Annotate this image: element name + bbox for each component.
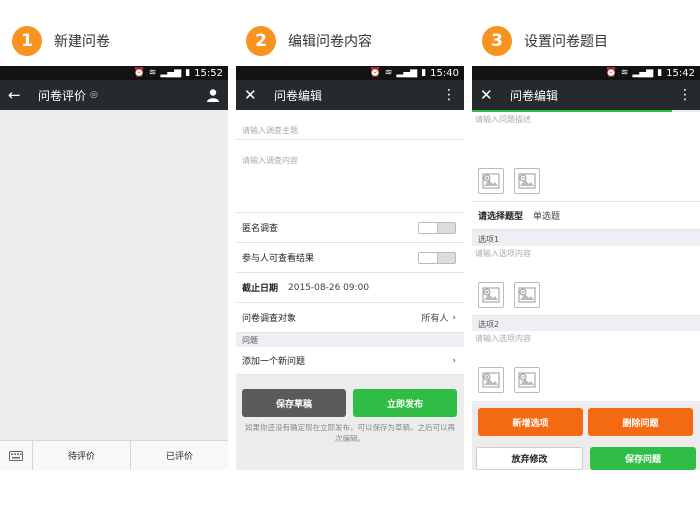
signal-icon: ▂▄▆ xyxy=(396,68,418,78)
type-label: 请选择题型 xyxy=(478,212,524,222)
tab-done[interactable]: 已评价 xyxy=(130,441,228,470)
step-1-header: 1 新建问卷 xyxy=(12,26,110,56)
draft-hint-text: 如果你还没有确定现在立即发布，可以保存为草稿，之后可以再次编辑。 xyxy=(245,423,455,443)
anonymous-row: 匿名调查 xyxy=(236,213,464,243)
alarm-icon: ⏰ xyxy=(369,68,381,78)
view-results-label: 参与人可查看结果 xyxy=(242,254,315,264)
remove-image-icon[interactable] xyxy=(514,282,540,308)
save-draft-button[interactable]: 保存草稿 xyxy=(242,389,346,417)
battery-icon: ▮ xyxy=(421,68,427,78)
more-icon[interactable]: ⋮ xyxy=(678,80,692,110)
deadline-label: 截止日期 xyxy=(242,284,279,294)
keyboard-icon[interactable] xyxy=(0,441,32,470)
publish-button[interactable]: 立即发布 xyxy=(353,389,457,417)
anonymous-toggle[interactable] xyxy=(418,221,456,234)
close-icon[interactable]: ✕ xyxy=(480,86,498,104)
chevron-right-icon: › xyxy=(452,312,456,323)
option-1-area[interactable]: 请输入选项内容 xyxy=(472,246,700,316)
add-question-row[interactable]: 添加一个新问题 › xyxy=(236,347,464,375)
save-question-button[interactable]: 保存问题 xyxy=(590,447,696,470)
title-bar: ✕ 问卷编辑 ⋮ xyxy=(236,80,464,110)
bottom-tab-bar: 待评价 已评价 xyxy=(0,440,228,470)
content-input[interactable]: 请输入调查内容 xyxy=(236,140,464,213)
question-section-label: 问题 xyxy=(236,333,464,347)
status-bar: ⏰ ≋ ▂▄▆ ▮ 15:42 xyxy=(472,66,700,80)
more-icon[interactable]: ⋮ xyxy=(442,80,456,110)
status-time: 15:52 xyxy=(194,67,223,79)
status-bar: ⏰ ≋ ▂▄▆ ▮ 15:52 xyxy=(0,66,228,80)
step-3-header: 3 设置问卷题目 xyxy=(482,26,608,56)
tab-pending[interactable]: 待评价 xyxy=(32,441,130,470)
type-value: 单选题 xyxy=(533,212,561,222)
page-title: 问卷编辑 xyxy=(510,88,559,103)
ear-icon: ◎ xyxy=(90,90,98,100)
option-1-placeholder: 请输入选项内容 xyxy=(475,249,531,258)
close-icon[interactable]: ✕ xyxy=(244,86,262,104)
option-1-label: 选项1 xyxy=(472,232,700,246)
signal-icon: ▂▄▆ xyxy=(160,68,182,78)
add-option-button[interactable]: 新增选项 xyxy=(478,408,583,436)
step-1-title: 新建问卷 xyxy=(54,34,110,50)
wifi-icon: ≋ xyxy=(148,68,157,78)
battery-icon: ▮ xyxy=(657,68,663,78)
target-label: 问卷调查对象 xyxy=(242,314,297,324)
add-image-icon[interactable] xyxy=(478,168,504,194)
deadline-value: 2015-08-26 09:00 xyxy=(288,282,370,293)
anonymous-label: 匿名调查 xyxy=(242,224,279,234)
title-bar: ← 问卷评价 ◎ xyxy=(0,80,228,110)
screen-1: ⏰ ≋ ▂▄▆ ▮ 15:52 ← 问卷评价 ◎ 待评价 已评价 xyxy=(0,66,228,470)
title-bar: ✕ 问卷编辑 ⋮ xyxy=(472,80,700,110)
alarm-icon: ⏰ xyxy=(133,68,145,78)
deadline-row[interactable]: 截止日期 2015-08-26 09:00 xyxy=(236,273,464,303)
page-title: 问卷编辑 xyxy=(274,88,323,103)
step-3-title: 设置问卷题目 xyxy=(524,34,608,50)
status-time: 15:42 xyxy=(666,67,695,79)
target-value: 所有人 xyxy=(421,314,449,324)
user-icon[interactable] xyxy=(206,80,220,110)
step-2-number: 2 xyxy=(246,26,276,56)
step-2-header: 2 编辑问卷内容 xyxy=(246,26,372,56)
target-row[interactable]: 问卷调查对象 所有人 › xyxy=(236,303,464,333)
question-type-row[interactable]: 请选择题型 单选题 xyxy=(472,202,700,230)
desc-placeholder: 请输入问题描述 xyxy=(475,115,531,124)
option-2-placeholder: 请输入选项内容 xyxy=(475,334,531,343)
alarm-icon: ⏰ xyxy=(605,68,617,78)
screen-3: ⏰ ≋ ▂▄▆ ▮ 15:42 ✕ 问卷编辑 ⋮ 请输入问题描述 请选择题型 单… xyxy=(472,66,700,470)
step-2-title: 编辑问卷内容 xyxy=(288,34,372,50)
signal-icon: ▂▄▆ xyxy=(632,68,654,78)
subject-input[interactable]: 请输入调查主题 xyxy=(236,110,464,140)
add-question-label: 添加一个新问题 xyxy=(242,357,306,367)
remove-image-icon[interactable] xyxy=(514,168,540,194)
wifi-icon: ≋ xyxy=(620,68,629,78)
step-1-number: 1 xyxy=(12,26,42,56)
remove-image-icon[interactable] xyxy=(514,367,540,393)
content-placeholder: 请输入调查内容 xyxy=(242,156,298,165)
subject-placeholder: 请输入调查主题 xyxy=(242,126,298,135)
battery-icon: ▮ xyxy=(185,68,191,78)
back-arrow-icon[interactable]: ← xyxy=(8,86,26,104)
discard-button[interactable]: 放弃修改 xyxy=(476,447,583,470)
status-time: 15:40 xyxy=(430,67,459,79)
add-image-icon[interactable] xyxy=(478,367,504,393)
screen-2: ⏰ ≋ ▂▄▆ ▮ 15:40 ✕ 问卷编辑 ⋮ 请输入调查主题 请输入调查内容… xyxy=(236,66,464,470)
option-2-label: 选项2 xyxy=(472,317,700,331)
delete-question-button[interactable]: 删除问题 xyxy=(588,408,693,436)
add-image-icon[interactable] xyxy=(478,282,504,308)
question-description-area[interactable]: 请输入问题描述 xyxy=(472,112,700,202)
view-results-row: 参与人可查看结果 xyxy=(236,243,464,273)
view-results-toggle[interactable] xyxy=(418,251,456,264)
chevron-right-icon: › xyxy=(452,355,456,366)
status-bar: ⏰ ≋ ▂▄▆ ▮ 15:40 xyxy=(236,66,464,80)
wifi-icon: ≋ xyxy=(384,68,393,78)
option-2-area[interactable]: 请输入选项内容 xyxy=(472,331,700,401)
step-3-number: 3 xyxy=(482,26,512,56)
page-title: 问卷评价 xyxy=(38,88,87,103)
